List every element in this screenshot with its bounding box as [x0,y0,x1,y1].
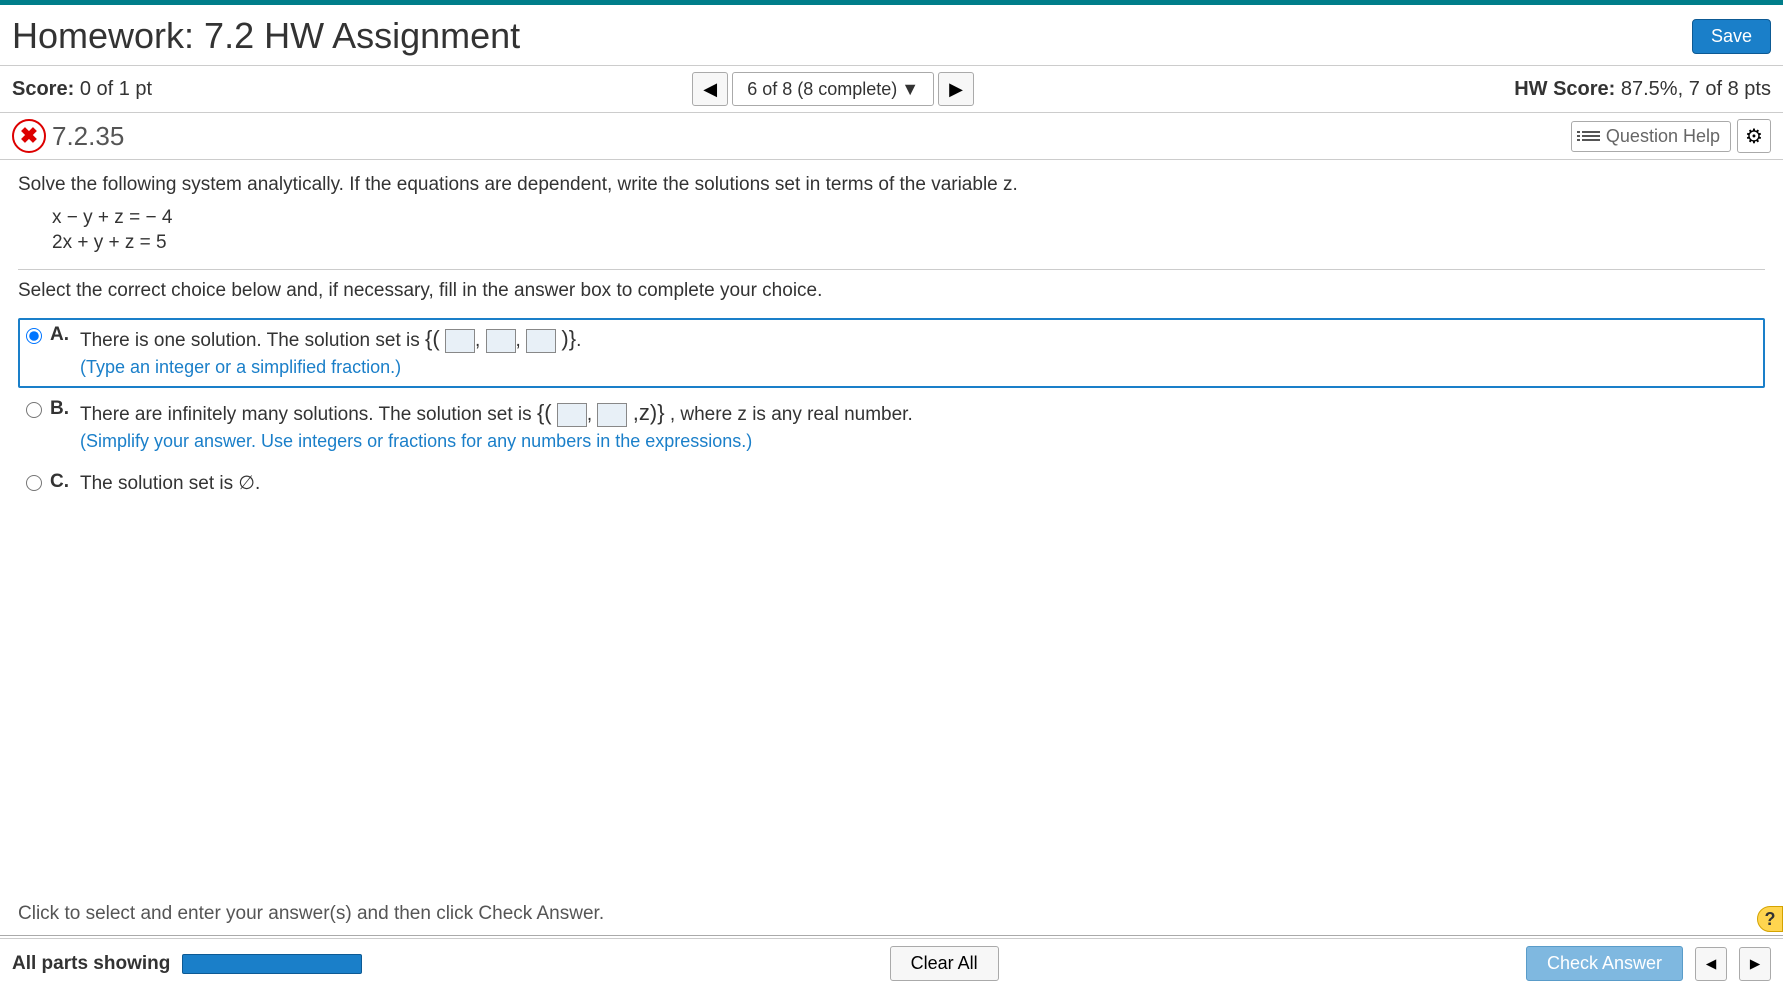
z-close: ,z)} [633,400,665,425]
question-help-button[interactable]: Question Help [1571,121,1731,152]
score-value: 0 of 1 pt [80,78,152,100]
triangle-left-icon: ◀ [1706,956,1716,972]
question-selector[interactable]: 6 of 8 (8 complete) ▼ [732,72,934,106]
choice-b[interactable]: B. There are infinitely many solutions. … [18,392,1765,461]
equation-2: 2x + y + z = 5 [52,231,1765,256]
triangle-right-icon: ▶ [1750,956,1760,972]
score-prefix: Score: [12,78,80,100]
footer-instruction: Click to select and enter your answer(s)… [0,893,1783,936]
prev-question-button[interactable]: ◀ [692,72,728,106]
brace-open: {( [425,326,440,351]
brace-open-b: {( [537,400,552,425]
answer-b-2[interactable] [597,403,627,427]
choice-b-body: There are infinitely many solutions. The… [80,398,913,455]
progress-bar [182,954,362,974]
choice-a[interactable]: A. There is one solution. The solution s… [18,318,1765,387]
choice-c-letter: C. [50,471,72,493]
question-tools: Question Help ⚙ [1571,119,1771,153]
choice-c-radio[interactable] [26,475,42,491]
question-content: Solve the following system analytically.… [0,160,1783,522]
question-number: 7.2.35 [52,121,124,152]
answer-a-1[interactable] [445,329,475,353]
chevron-down-icon: ▼ [901,79,919,100]
bottom-bar: All parts showing Clear All Check Answer… [0,938,1783,988]
incorrect-icon: ✖ [12,119,46,153]
parts-showing-label: All parts showing [12,953,170,975]
choice-instruction: Select the correct choice below and, if … [18,280,1765,302]
choice-a-hint: (Type an integer or a simplified fractio… [80,357,401,377]
answer-b-1[interactable] [557,403,587,427]
divider [18,269,1765,270]
settings-button[interactable]: ⚙ [1737,119,1771,153]
check-answer-button[interactable]: Check Answer [1526,946,1683,981]
hw-value: 87.5%, 7 of 8 pts [1621,78,1771,100]
answer-a-3[interactable] [526,329,556,353]
choice-a-text: There is one solution. The solution set … [80,330,425,351]
choice-a-radio[interactable] [26,328,42,344]
question-id-group: ✖ 7.2.35 [12,119,124,153]
choice-c[interactable]: C. The solution set is ∅. [18,465,1765,504]
choice-a-letter: A. [50,324,72,346]
help-label: Question Help [1606,126,1720,147]
choice-b-hint: (Simplify your answer. Use integers or f… [80,431,752,451]
choice-b-post: , where z is any real number. [670,404,913,425]
answer-a-2[interactable] [486,329,516,353]
bottom-prev-button[interactable]: ◀ [1695,947,1727,981]
help-bubble-button[interactable]: ? [1757,906,1783,932]
clear-all-button[interactable]: Clear All [890,946,999,981]
save-button[interactable]: Save [1692,19,1771,54]
choice-b-text: There are infinitely many solutions. The… [80,404,537,425]
score-row: Score: 0 of 1 pt ◀ 6 of 8 (8 complete) ▼… [0,65,1783,113]
equation-system: x − y + z = − 4 2x + y + z = 5 [52,206,1765,255]
hw-score-label: HW Score: 87.5%, 7 of 8 pts [1514,78,1771,101]
choice-c-text: The solution set is ∅. [80,471,260,498]
question-header: ✖ 7.2.35 Question Help ⚙ [0,113,1783,160]
choice-b-letter: B. [50,398,72,420]
equation-1: x − y + z = − 4 [52,206,1765,231]
list-icon [1582,129,1600,143]
triangle-right-icon: ▶ [949,79,963,100]
page-title: Homework: 7.2 HW Assignment [12,15,520,57]
question-nav: ◀ 6 of 8 (8 complete) ▼ ▶ [692,72,974,106]
hw-prefix: HW Score: [1514,78,1621,100]
header: Homework: 7.2 HW Assignment Save [0,5,1783,65]
gear-icon: ⚙ [1745,124,1763,149]
brace-close: )} [561,326,576,351]
score-label: Score: 0 of 1 pt [12,78,152,101]
choice-a-body: There is one solution. The solution set … [80,324,581,381]
question-prompt: Solve the following system analytically.… [18,174,1765,196]
next-question-button[interactable]: ▶ [938,72,974,106]
bottom-next-button[interactable]: ▶ [1739,947,1771,981]
triangle-left-icon: ◀ [703,79,717,100]
nav-text: 6 of 8 (8 complete) [747,79,897,100]
choice-b-radio[interactable] [26,402,42,418]
